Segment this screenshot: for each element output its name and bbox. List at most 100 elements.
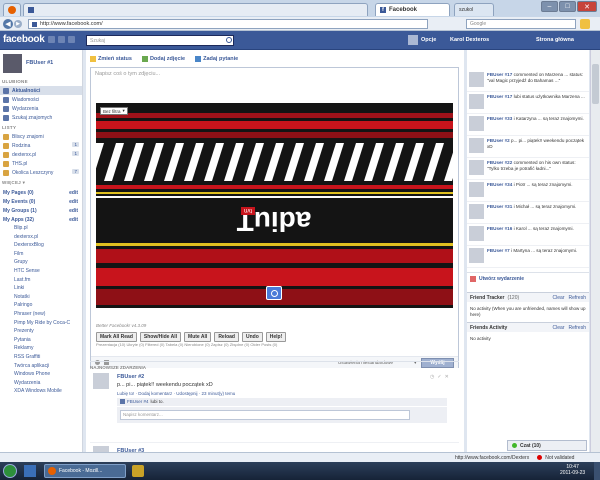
sidebar-app-item[interactable]: Last.fm [0, 276, 82, 285]
tracker-clear-link[interactable]: Clear [553, 295, 565, 301]
sidebar-app-item[interactable]: XDA Windows Mobile [0, 387, 82, 396]
facebook-logo[interactable]: facebook [3, 34, 45, 45]
sidebar-item-list[interactable]: dexterxx.pl 1 [0, 150, 82, 159]
edit-link[interactable]: edit [69, 208, 78, 214]
search-field[interactable]: Google [466, 19, 576, 29]
sidebar-item-favorite[interactable]: Wiadomości [0, 95, 82, 104]
sidebar-item-list[interactable]: THS.pl [0, 159, 82, 168]
close-button[interactable]: ✕ [577, 1, 597, 12]
tab-add-photo[interactable]: Dodaj zdjęcie [141, 56, 185, 62]
notification-item[interactable]: FBUser #7 i Martyna ... są teraz znajomy… [467, 246, 589, 268]
notification-item[interactable]: FBUser #17 lubi status użytkownika Marze… [467, 92, 589, 114]
address-bar[interactable]: http://www.facebook.com/ [28, 19, 428, 29]
home-icon[interactable] [580, 19, 590, 29]
sidebar-app-item[interactable]: DexterxxBlog [0, 241, 82, 250]
sidebar-app-item[interactable]: Pimp My Ride by Coca-C [0, 319, 82, 328]
maximize-button[interactable]: □ [559, 1, 576, 12]
notification-item[interactable]: FBUser #34 i Piotr ... są teraz znajomym… [467, 180, 589, 202]
fb-search-input[interactable]: Szukaj [86, 35, 234, 46]
better-fb-button[interactable]: Mute All [184, 332, 212, 342]
options-link[interactable]: Opcje [421, 37, 436, 43]
messages-icon[interactable] [58, 36, 65, 43]
profile-name[interactable]: FBUser #1 [26, 60, 53, 66]
hide-post-icon[interactable]: ◷ [430, 374, 434, 380]
notification-item[interactable]: FBUser #31 i Michał ... są teraz znajomy… [467, 202, 589, 224]
notification-user[interactable]: FBUser #2 [487, 138, 510, 143]
composer-textarea[interactable]: Napisz coś o tym zdjęciu... [91, 68, 458, 102]
notification-user[interactable]: FBUser #7 [487, 248, 510, 253]
filter-dropdown[interactable]: Bez filtra ▾ [100, 107, 128, 115]
tab-blank[interactable] [23, 3, 368, 16]
notification-item[interactable]: FBUser #16 i Karol ... są teraz znajomym… [467, 224, 589, 246]
sidebar-section[interactable]: My Pages (0) edit [0, 188, 82, 197]
better-fb-button[interactable]: Undo [241, 332, 263, 342]
more-heading[interactable]: WIĘCEJ ▾ [0, 177, 82, 188]
sidebar-item-list[interactable]: Rodzina 1 [0, 141, 82, 150]
clock[interactable]: 10:47 2011-09-23 [560, 464, 585, 476]
sidebar-item-favorite[interactable]: Szukaj znajomych [0, 113, 82, 122]
tab-ask-question[interactable]: Zadaj pytanie [195, 56, 238, 62]
sidebar-app-item[interactable]: Blip.pl [0, 224, 82, 233]
better-fb-button[interactable]: Show/Hide All [139, 332, 182, 342]
sidebar-item-list[interactable]: Okolica Leszczyny 7 [0, 168, 82, 177]
taskbar-firefox-button[interactable]: Facebook - Mozill... [44, 464, 126, 478]
minimize-button[interactable]: – [541, 1, 558, 12]
sidebar-section[interactable]: My Apps (32) edit [0, 215, 82, 224]
sidebar-app-item[interactable]: Film [0, 250, 82, 259]
sidebar-app-item[interactable]: Wydarzenia [0, 379, 82, 388]
sidebar-app-item[interactable]: RSS Graffiti [0, 353, 82, 362]
notification-item[interactable]: FBUser #22 commented on his own status: … [467, 158, 589, 180]
firefox-menu-tab[interactable] [3, 3, 21, 16]
post-author[interactable]: FBUser #2 [117, 374, 144, 380]
sidebar-app-item[interactable]: Pytania [0, 336, 82, 345]
sidebar-app-item[interactable]: dexterxx.pl [0, 233, 82, 242]
sidebar-app-item[interactable]: Twórca aplikacji [0, 362, 82, 371]
notification-user[interactable]: FBUser #34 [487, 182, 512, 187]
sidebar-item-favorite[interactable]: Aktualności [0, 86, 82, 95]
edit-link[interactable]: edit [69, 190, 78, 196]
better-fb-button[interactable]: Help! [265, 332, 287, 342]
notification-item[interactable]: FBUser #17 commented on Marzena ... stat… [467, 70, 589, 92]
show-desktop-button[interactable] [594, 462, 600, 480]
post-actions[interactable]: Lubię to! · Dodaj komentarz · Udostępnij… [117, 391, 235, 396]
comment-input[interactable]: Napisz komentarz... [120, 410, 410, 420]
notification-user[interactable]: FBUser #16 [487, 226, 512, 231]
sidebar-app-item[interactable]: Phraser (new) [0, 310, 82, 319]
sidebar-app-item[interactable]: Linki [0, 284, 82, 293]
tab-update-status[interactable]: Zmień status [90, 56, 132, 62]
search-icon[interactable] [226, 37, 232, 43]
folder-icon[interactable] [132, 465, 144, 477]
tab-search[interactable]: szukol [454, 3, 494, 16]
scrollbar-thumb[interactable] [592, 64, 599, 104]
notification-user[interactable]: FBUser #33 [487, 116, 512, 121]
sidebar-app-item[interactable]: Notatki [0, 293, 82, 302]
sidebar-app-item[interactable]: Grupy [0, 258, 82, 267]
sidebar-app-item[interactable]: Palringo [0, 301, 82, 310]
start-button-icon[interactable] [3, 464, 17, 478]
better-fb-button[interactable]: Mark All Read [96, 332, 137, 342]
tab-facebook[interactable]: f Facebook [375, 3, 450, 16]
notification-user[interactable]: FBUser #17 [487, 94, 512, 99]
home-link[interactable]: Strona główna [536, 37, 574, 43]
notification-user[interactable]: FBUser #17 [487, 72, 512, 77]
friend-requests-icon[interactable] [48, 36, 55, 43]
camera-icon[interactable] [266, 286, 282, 300]
forward-arrow-icon[interactable]: ▶ [14, 20, 22, 28]
better-fb-button[interactable]: Reload [214, 332, 239, 342]
notification-item[interactable]: FBUser #33 i Katarzyna ... są teraz znaj… [467, 114, 589, 136]
sidebar-app-item[interactable]: HTC Sense [0, 267, 82, 276]
create-event-row[interactable]: Utwórz wydarzenie [467, 272, 589, 284]
chat-bar[interactable]: Czat (10) [507, 440, 587, 451]
sidebar-section[interactable]: My Events (0) edit [0, 197, 82, 206]
notification-user[interactable]: FBUser #31 [487, 204, 512, 209]
profile-avatar[interactable] [3, 53, 22, 73]
sidebar-app-item[interactable]: Windows Phone [0, 370, 82, 379]
tracker-refresh-link[interactable]: Refresh [568, 295, 586, 301]
sidebar-section[interactable]: My Groups (1) edit [0, 206, 82, 215]
explorer-icon[interactable] [24, 465, 36, 477]
sidebar-item-favorite[interactable]: Wydarzenia [0, 104, 82, 113]
activity-refresh-link[interactable]: Refresh [568, 325, 586, 331]
sidebar-item-list[interactable]: Bliscy znajomi [0, 132, 82, 141]
page-scrollbar[interactable] [590, 50, 600, 461]
remove-post-icon[interactable]: ✕ [445, 374, 449, 380]
